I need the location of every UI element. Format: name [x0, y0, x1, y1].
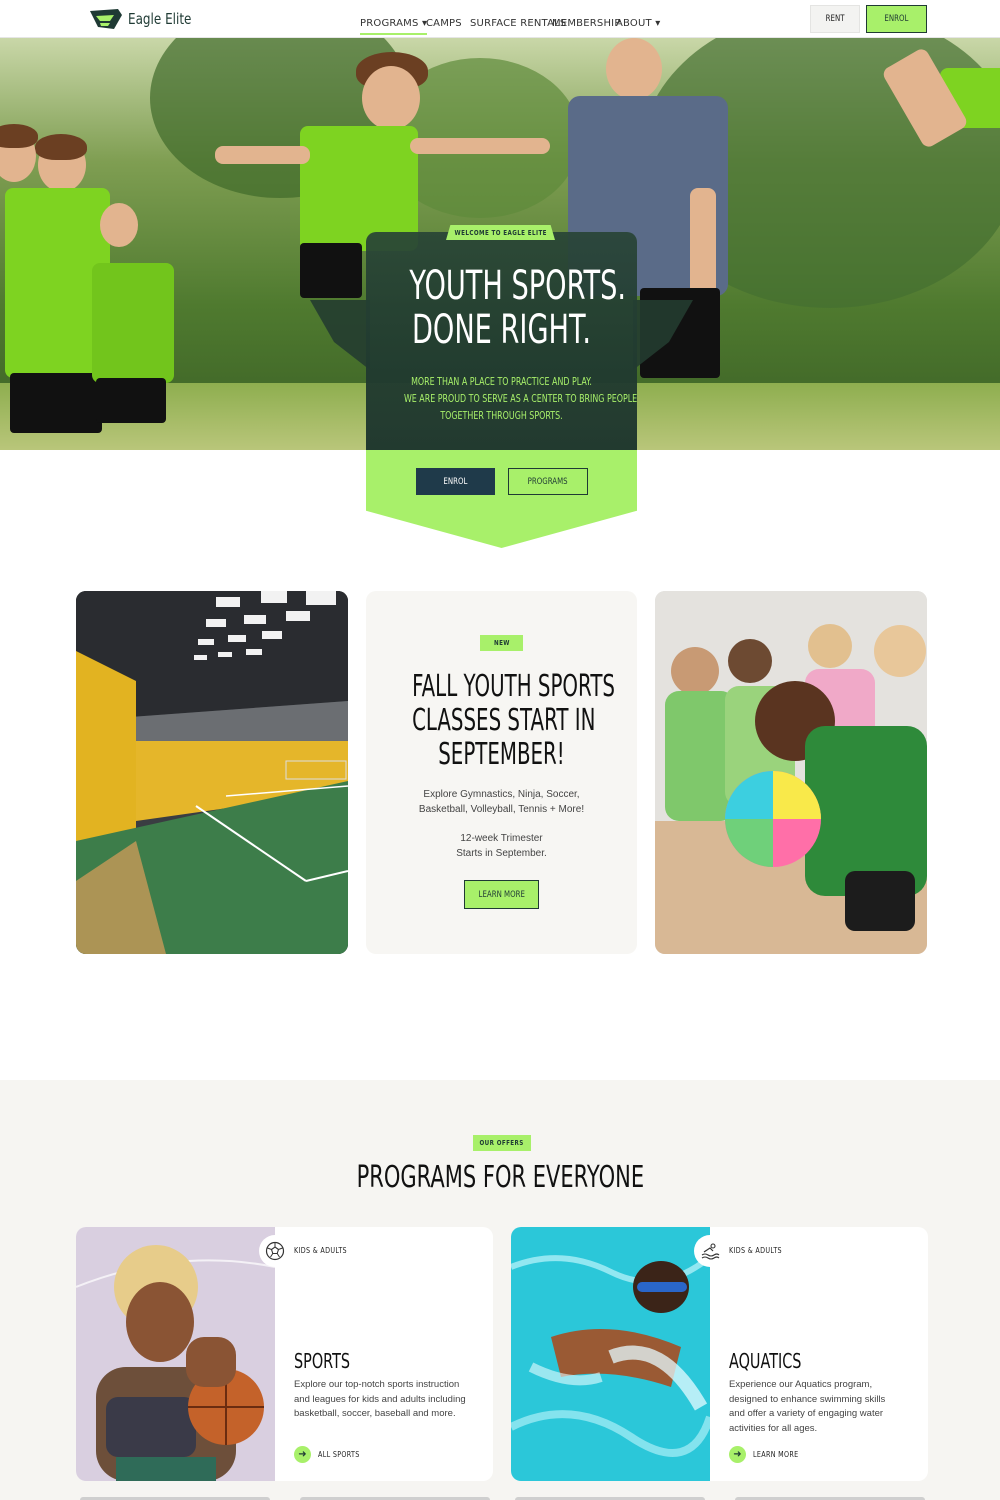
hero-title-line: Done Right.	[411, 307, 592, 353]
sports-image	[76, 1227, 275, 1481]
kids-volleyball-illustration	[655, 591, 927, 954]
hero-subtitle-line: together through sports.	[440, 409, 563, 422]
feature-title-line: Fall Youth Sports	[412, 669, 615, 704]
program-card-title: Sports	[294, 1349, 351, 1373]
hero-programs-button[interactable]: Programs	[508, 468, 588, 495]
program-card-description: Experience our Aquatics program, designe…	[729, 1379, 886, 1434]
top-navigation: Eagle Elite Programs ▾ Camps Surface Ren…	[0, 0, 1000, 38]
learn-more-label: Learn More	[478, 889, 525, 900]
nav-links: Programs ▾ Camps Surface Rentals Members…	[360, 13, 660, 31]
nav-membership-label: Membership	[552, 18, 621, 29]
offers-badge: Our Offers	[473, 1135, 531, 1151]
nav-about[interactable]: About ▾	[616, 13, 660, 31]
hero-programs-label: Programs	[527, 476, 568, 487]
feature-description-line: Explore Gymnastics, Ninja, Soccer,	[423, 789, 580, 800]
hero-subtitle-line: We are proud to serve as a center to bri…	[403, 392, 638, 405]
nav-about-label: About ▾	[616, 18, 661, 29]
program-card-tag: Kids & Adults	[729, 1246, 782, 1255]
hero-title-line: Youth Sports.	[409, 263, 627, 309]
learn-more-button[interactable]: Learn More	[464, 880, 539, 909]
feature-description-line: Basketball, Volleyball, Tennis + More!	[418, 804, 585, 815]
kids-volleyball-image	[655, 591, 927, 954]
aquatics-illustration	[511, 1227, 710, 1481]
new-badge: New	[480, 635, 523, 651]
all-sports-link[interactable]: ➜ All Sports	[294, 1446, 370, 1463]
programs-heading-text: Programs For Everyone	[356, 1160, 644, 1195]
rent-button[interactable]: Rent	[810, 5, 860, 33]
gym-court-image	[76, 591, 348, 954]
hero-tag: Welcome to Eagle Elite	[446, 225, 555, 240]
hero-subtitle-line: More than a place to practice and play.	[411, 375, 592, 388]
hero-enrol-button[interactable]: Enrol	[416, 468, 495, 495]
nav-camps[interactable]: Camps	[426, 13, 462, 31]
feature-info-line: Starts in September.	[456, 848, 547, 859]
aquatics-image	[511, 1227, 710, 1481]
hero-subtitle: More than a place to practice and play. …	[366, 373, 637, 424]
logo[interactable]: Eagle Elite	[88, 7, 207, 31]
aquatics-learn-more-link[interactable]: ➜ Learn More	[729, 1446, 810, 1463]
soccer-ball-icon	[259, 1235, 291, 1267]
nav-camps-label: Camps	[426, 18, 462, 29]
new-badge-label: New	[493, 639, 510, 647]
program-card-aquatics[interactable]: Kids & Adults Aquatics Experience our Aq…	[511, 1227, 928, 1481]
all-sports-link-label: All Sports	[318, 1450, 360, 1459]
nav-membership[interactable]: Membership	[552, 13, 620, 31]
arrow-right-icon: ➜	[729, 1446, 746, 1463]
feature-description: Explore Gymnastics, Ninja, Soccer, Baske…	[366, 787, 637, 817]
program-card-sports[interactable]: Kids & Adults Sports Explore our top-not…	[76, 1227, 493, 1481]
enrol-button-label: Enrol	[884, 14, 909, 24]
hero-card-footer	[366, 450, 637, 548]
brand-name: Eagle Elite	[128, 10, 192, 28]
feature-info: 12-week Trimester Starts in September.	[366, 831, 637, 861]
feature-title-line: Classes Start In	[412, 703, 596, 738]
arrow-right-icon: ➜	[294, 1446, 311, 1463]
sports-illustration	[76, 1227, 275, 1481]
aquatics-learn-more-label: Learn More	[753, 1450, 799, 1459]
gym-court-illustration	[76, 591, 348, 954]
program-card-tag: Kids & Adults	[294, 1246, 347, 1255]
feature-title: Fall Youth Sports Classes Start In Septe…	[366, 670, 637, 772]
hero-tag-label: Welcome to Eagle Elite	[454, 228, 547, 237]
hero-title: Youth Sports. Done Right.	[366, 264, 637, 352]
hero-enrol-label: Enrol	[443, 476, 468, 487]
swimmer-icon	[694, 1235, 726, 1267]
eagle-logo-icon	[90, 9, 122, 29]
offers-badge-label: Our Offers	[479, 1139, 525, 1147]
nav-surface-rentals[interactable]: Surface Rentals	[470, 13, 566, 31]
nav-programs-label: Programs ▾	[360, 18, 428, 29]
program-card-description: Explore our top-notch sports instruction…	[294, 1379, 466, 1419]
rent-button-label: Rent	[825, 14, 845, 24]
programs-heading: Programs For Everyone	[0, 1160, 1000, 1195]
program-card-title: Aquatics	[729, 1349, 802, 1373]
feature-info-line: 12-week Trimester	[460, 833, 543, 844]
feature-title-line: September!	[438, 737, 565, 772]
enrol-button[interactable]: Enrol	[866, 5, 927, 33]
chevron-down-icon: ▾	[655, 18, 661, 29]
nav-programs[interactable]: Programs ▾	[360, 13, 427, 31]
